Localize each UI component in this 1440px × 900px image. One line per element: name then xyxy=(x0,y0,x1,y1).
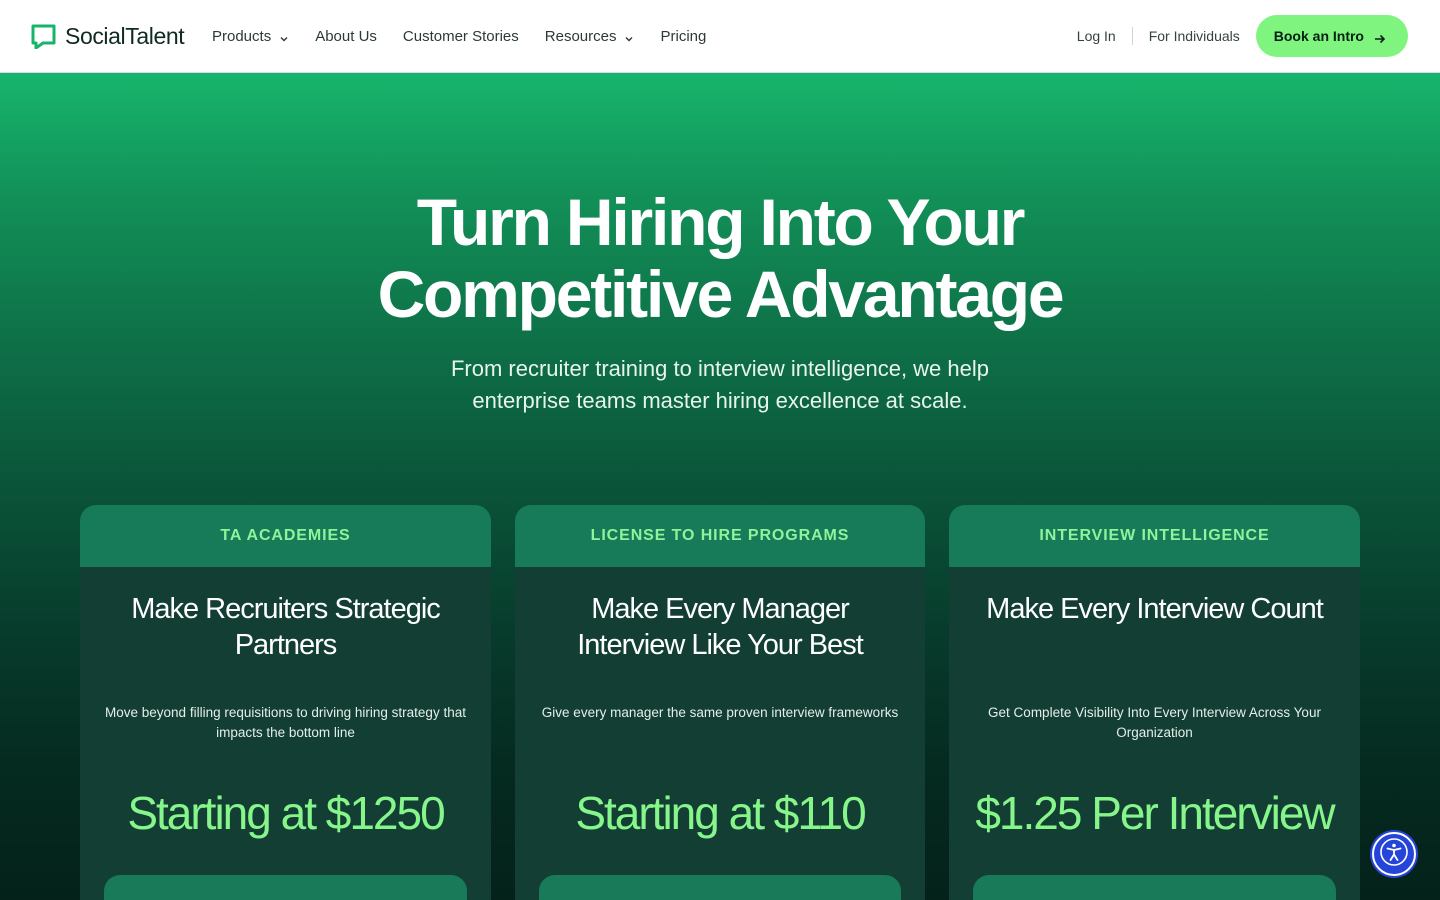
hero-title-line-2: Competitive Advantage xyxy=(377,257,1065,331)
nav-item-label: Pricing xyxy=(660,27,707,45)
login-link[interactable]: Log In xyxy=(1077,28,1116,44)
hero-title-line-1: Turn Hiring Into Your xyxy=(416,185,1026,259)
hero-title: Turn Hiring Into Your Competitive Advant… xyxy=(270,186,1170,330)
card-button[interactable] xyxy=(104,875,467,900)
card-description: Get Complete Visibility Into Every Inter… xyxy=(988,705,1321,740)
book-intro-button[interactable]: Book an Intro xyxy=(1255,15,1408,57)
logo-text: SocialTalent xyxy=(65,22,185,49)
nav-item-label: Resources xyxy=(544,27,617,45)
accessibility-button[interactable] xyxy=(1372,832,1416,876)
header-actions: Log In For Individuals Book an Intro xyxy=(1077,15,1408,57)
book-intro-label: Book an Intro xyxy=(1273,28,1364,44)
nav-item-resources[interactable]: Resources xyxy=(545,28,635,45)
product-card-interview-intelligence: INTERVIEW INTELLIGENCE Make Every Interv… xyxy=(949,505,1360,900)
product-card-license-to-hire: LICENSE TO HIRE PROGRAMS Make Every Mana… xyxy=(515,505,925,900)
chevron-down-icon xyxy=(624,31,634,42)
card-price: Starting at $110 xyxy=(575,787,866,839)
nav-item-about-us[interactable]: About Us xyxy=(315,28,377,45)
logo[interactable]: SocialTalent xyxy=(31,22,185,50)
product-card-ta-academies: TA ACADEMIES Make Recruiters Strategic P… xyxy=(80,505,491,900)
product-cards: TA ACADEMIES Make Recruiters Strategic P… xyxy=(80,505,1360,900)
main-nav: Products About Us Customer Stories Resou… xyxy=(212,24,732,48)
card-title: Make Recruiters Strategic Partners xyxy=(131,593,441,661)
nav-item-label: Customer Stories xyxy=(402,27,519,45)
arrow-right-icon xyxy=(1374,31,1386,44)
speech-bubble-icon xyxy=(31,24,56,49)
nav-item-customer-stories[interactable]: Customer Stories xyxy=(403,28,519,45)
card-header: INTERVIEW INTELLIGENCE xyxy=(949,505,1360,567)
for-individuals-link[interactable]: For Individuals xyxy=(1149,28,1240,44)
nav-item-products[interactable]: Products xyxy=(212,28,289,45)
card-title: Make Every Interview Count xyxy=(986,593,1324,625)
card-header: LICENSE TO HIRE PROGRAMS xyxy=(515,505,925,567)
card-description: Move beyond filling requisitions to driv… xyxy=(105,705,466,740)
nav-item-label: About Us xyxy=(315,27,377,45)
nav-item-pricing[interactable]: Pricing xyxy=(660,28,706,45)
hero-subtitle: From recruiter training to interview int… xyxy=(450,356,989,413)
card-title: Make Every Manager Interview Like Your B… xyxy=(577,593,864,661)
site-header: SocialTalent Products About Us Customer … xyxy=(0,0,1440,73)
card-description: Give every manager the same proven inter… xyxy=(541,705,899,720)
card-header: TA ACADEMIES xyxy=(80,505,491,567)
card-button[interactable] xyxy=(539,875,901,900)
card-tag: INTERVIEW INTELLIGENCE xyxy=(1039,527,1270,544)
card-price: Starting at $1250 xyxy=(127,787,445,839)
accessibility-icon xyxy=(1379,837,1409,872)
hero-section: Turn Hiring Into Your Competitive Advant… xyxy=(0,73,1440,900)
card-tag: TA ACADEMIES xyxy=(220,527,351,544)
card-tag: LICENSE TO HIRE PROGRAMS xyxy=(590,527,850,544)
nav-item-label: Products xyxy=(212,27,272,45)
chevron-down-icon xyxy=(279,31,289,42)
card-button[interactable] xyxy=(973,875,1336,900)
card-price: $1.25 Per Interview xyxy=(975,787,1335,839)
header-divider xyxy=(1131,27,1133,45)
